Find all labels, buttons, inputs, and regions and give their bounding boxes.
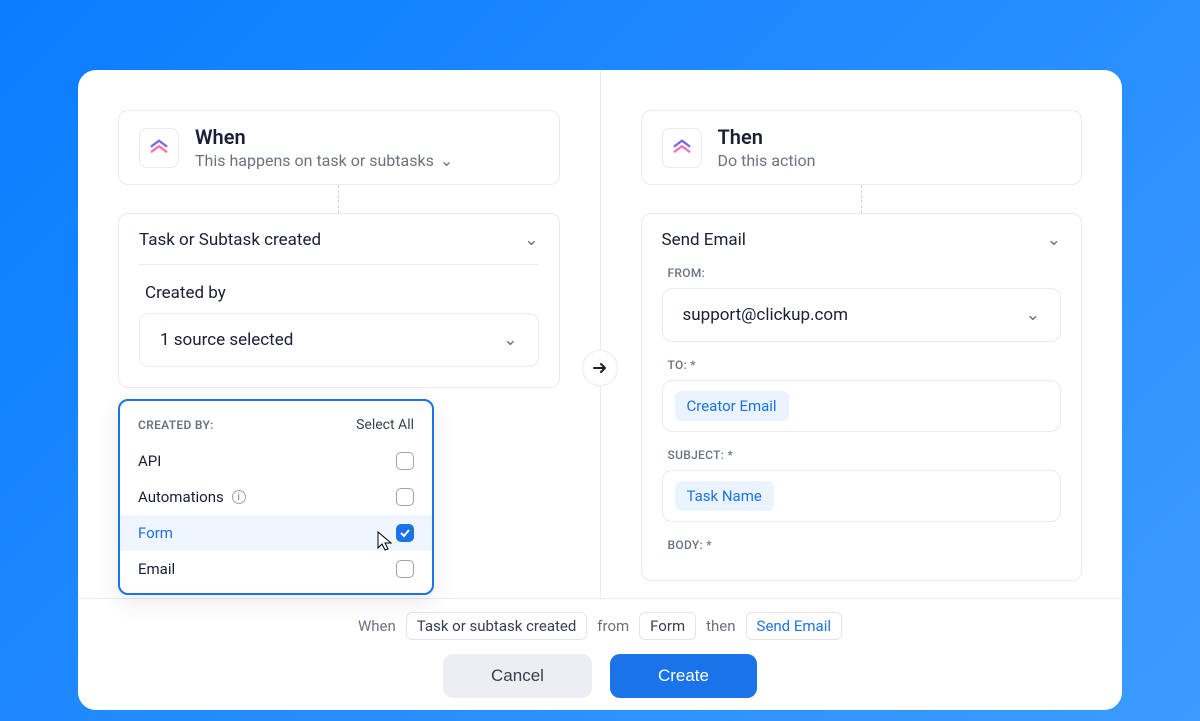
summary-action-pill: Send Email [746,612,842,640]
checkbox-checked[interactable] [396,524,414,542]
body-label: BODY: * [668,538,1062,552]
subject-label: SUBJECT: * [668,448,1062,462]
summary-trigger-pill: Task or subtask created [406,612,588,640]
trigger-select[interactable]: Task or Subtask created ⌄ [139,230,539,265]
to-tag[interactable]: Creator Email [675,391,789,421]
when-title: When [195,125,453,149]
summary-source-pill: Form [639,612,696,640]
chevron-down-icon: ⌄ [1026,305,1040,325]
create-button[interactable]: Create [610,654,757,698]
clickup-logo-icon [662,128,702,168]
action-value: Send Email [662,230,746,250]
cancel-button[interactable]: Cancel [443,654,592,698]
to-input[interactable]: Creator Email [662,380,1062,432]
trigger-value: Task or Subtask created [139,230,321,250]
trigger-block: Task or Subtask created ⌄ Created by 1 s… [118,213,560,388]
when-header-card: When This happens on task or subtasks ⌄ [118,110,560,185]
from-label: FROM: [668,266,1062,280]
checkbox[interactable] [396,488,414,506]
then-column: Then Do this action Send Email ⌄ FROM: s… [601,70,1123,598]
source-select[interactable]: 1 source selected ⌄ [139,313,539,367]
footer: When Task or subtask created from Form t… [78,598,1122,710]
then-subtitle: Do this action [718,151,816,170]
dropdown-header-label: CREATED BY: [138,418,214,432]
when-column: When This happens on task or subtasks ⌄ … [78,70,601,598]
subject-input[interactable]: Task Name [662,470,1062,522]
source-value: 1 source selected [160,330,293,350]
dropdown-item-form[interactable]: Form [120,515,432,551]
columns: When This happens on task or subtasks ⌄ … [78,70,1122,598]
info-icon[interactable]: i [232,490,246,504]
then-header-card: Then Do this action [641,110,1083,185]
to-label: TO: * [668,358,1062,372]
dropdown-item-label: Form [138,524,173,542]
dropdown-item-email[interactable]: Email [120,551,432,587]
summary-then: then [706,617,735,635]
dropdown-item-automations[interactable]: Automations i [120,479,432,515]
when-subtitle[interactable]: This happens on task or subtasks ⌄ [195,151,453,170]
connector-line [338,185,339,213]
clickup-logo-icon [139,128,179,168]
chevron-down-icon: ⌄ [440,151,453,170]
summary-from: from [597,617,629,635]
action-block: Send Email ⌄ FROM: support@clickup.com ⌄… [641,213,1083,581]
from-value: support@clickup.com [683,305,849,325]
created-by-dropdown: CREATED BY: Select All API Automations i… [118,399,434,595]
checkbox[interactable] [396,452,414,470]
summary-when: When [358,617,396,635]
then-title: Then [718,125,816,149]
connector-line [861,185,862,213]
subject-tag[interactable]: Task Name [675,481,774,511]
automation-summary: When Task or subtask created from Form t… [358,612,842,640]
dropdown-item-label: API [138,452,161,470]
chevron-down-icon: ⌄ [503,330,517,350]
checkbox[interactable] [396,560,414,578]
dropdown-item-label: Automations [138,488,224,506]
created-by-label: Created by [145,283,539,303]
chevron-down-icon: ⌄ [1047,230,1061,250]
from-select[interactable]: support@clickup.com ⌄ [662,288,1062,342]
select-all-button[interactable]: Select All [356,417,414,433]
dropdown-item-label: Email [138,560,175,578]
dropdown-item-api[interactable]: API [120,443,432,479]
when-subtitle-text: This happens on task or subtasks [195,151,434,170]
chevron-down-icon: ⌄ [524,230,538,250]
action-select[interactable]: Send Email ⌄ [662,230,1062,250]
automation-panel: When This happens on task or subtasks ⌄ … [78,70,1122,710]
